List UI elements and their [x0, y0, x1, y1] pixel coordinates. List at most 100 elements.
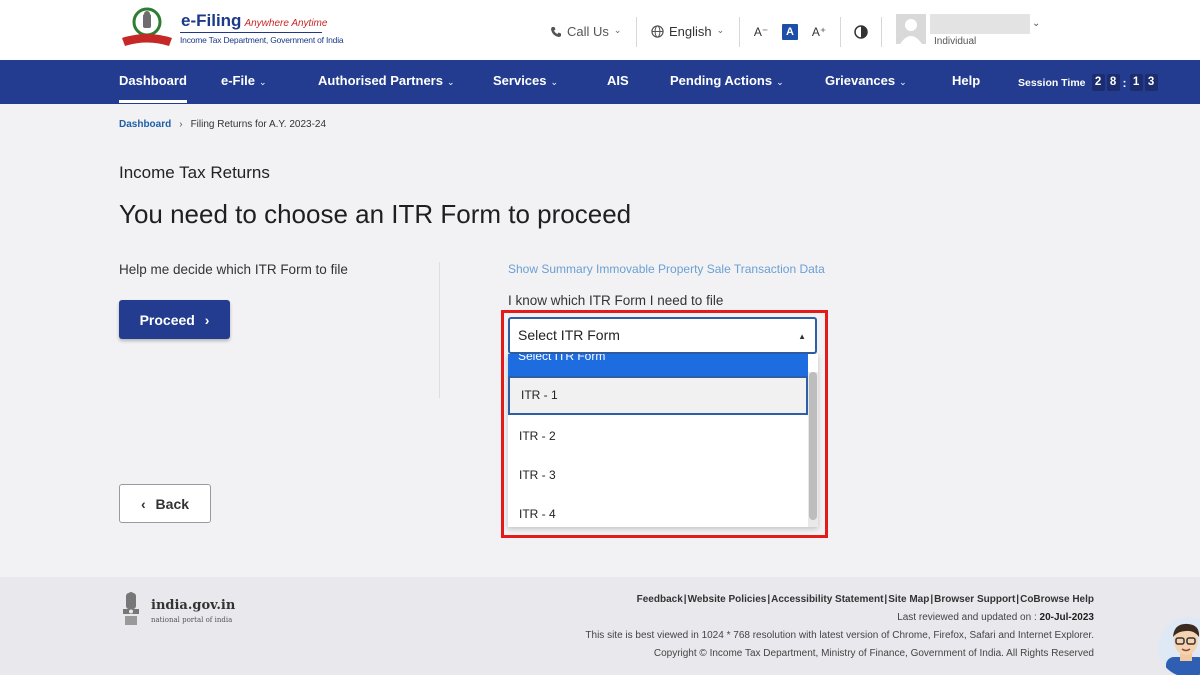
- nav-label: Services: [493, 73, 547, 88]
- dropdown-option-itr4[interactable]: ITR - 4: [508, 495, 808, 527]
- chevron-down-icon: ⌄: [613, 25, 622, 35]
- footer-link-site-map[interactable]: Site Map: [888, 594, 929, 605]
- chevron-down-icon: ⌄: [550, 77, 559, 87]
- footer-link-divider: |: [1016, 594, 1020, 605]
- breadcrumb-current: Filing Returns for A.Y. 2023-24: [190, 119, 327, 130]
- footer-link-accessibility[interactable]: Accessibility Statement: [771, 594, 883, 605]
- chevron-down-icon: ⌄: [716, 25, 725, 35]
- national-emblem-icon[interactable]: [119, 591, 143, 629]
- font-decrease-button[interactable]: A⁻: [753, 24, 769, 40]
- top-header: e-Filing Anywhere Anytime Income Tax Depa…: [0, 0, 1200, 60]
- footer: india.gov.in national portal of india Fe…: [0, 577, 1200, 675]
- footer-last-updated: Last reviewed and updated on : 20-Jul-20…: [897, 612, 1094, 623]
- session-label: Session Time: [1018, 76, 1086, 89]
- gov-portal-name[interactable]: india.gov.in: [151, 598, 235, 613]
- contrast-icon[interactable]: [854, 25, 868, 39]
- footer-copyright: Copyright © Income Tax Department, Minis…: [653, 648, 1094, 659]
- breadcrumb: Dashboard › Filing Returns for A.Y. 2023…: [119, 119, 326, 130]
- help-decide-text: Help me decide which ITR Form to file: [119, 262, 348, 277]
- session-timer: Session Time 2 8 : 1 3: [1018, 74, 1158, 91]
- know-itr-label: I know which ITR Form I need to file: [508, 293, 724, 308]
- session-digit: 3: [1144, 74, 1158, 91]
- chevron-down-icon: ⌄: [899, 77, 907, 87]
- globe-icon: [651, 25, 664, 38]
- language-selector[interactable]: English ⌄: [651, 24, 724, 39]
- font-normal-button[interactable]: A: [782, 24, 798, 40]
- logo-tagline: Anywhere Anytime: [244, 18, 328, 29]
- user-name-redacted: [930, 14, 1030, 34]
- header-divider: [739, 17, 740, 47]
- nav-label: Pending Actions: [670, 73, 773, 88]
- logo-title: e-Filing Anywhere Anytime: [181, 11, 328, 30]
- efiling-logo[interactable]: e-Filing Anywhere Anytime Income Tax Depa…: [119, 6, 344, 50]
- proceed-label: Proceed: [139, 311, 195, 328]
- nav-label: Authorised Partners: [318, 73, 443, 88]
- dropdown-option-itr1[interactable]: ITR - 1: [508, 376, 808, 415]
- header-divider: [881, 17, 882, 47]
- page-title: You need to choose an ITR Form to procee…: [119, 199, 632, 229]
- main-navigation: Dashboard e-File ⌄ Authorised Partners ⌄ S…: [0, 60, 1200, 104]
- efiling-emblem-icon: [122, 7, 172, 46]
- itr-form-select[interactable]: Select ITR Form ▲: [508, 317, 817, 354]
- back-button[interactable]: ‹ Back: [119, 484, 211, 523]
- chevron-right-icon: ›: [204, 311, 210, 328]
- user-avatar-icon[interactable]: [896, 14, 926, 44]
- section-label: Income Tax Returns: [119, 163, 270, 182]
- nav-label: AIS: [607, 73, 629, 88]
- caret-up-icon: ▲: [798, 332, 806, 341]
- column-divider: [439, 262, 440, 398]
- logo-subtitle: Income Tax Department, Government of Ind…: [180, 35, 344, 45]
- call-us-label: Call Us: [567, 24, 609, 39]
- updated-label: Last reviewed and updated on :: [897, 612, 1037, 623]
- dropdown-scrollbar-thumb[interactable]: [809, 372, 817, 520]
- footer-link-website-policies[interactable]: Website Policies: [688, 594, 767, 605]
- chevron-right-icon: ›: [179, 119, 183, 130]
- dropdown-option-itr3[interactable]: ITR - 3: [508, 456, 808, 495]
- chevron-down-icon: ⌄: [446, 77, 455, 87]
- nav-label: Help: [952, 73, 981, 88]
- breadcrumb-dashboard-link[interactable]: Dashboard: [119, 119, 171, 130]
- chevron-down-icon[interactable]: ⌄: [1032, 18, 1040, 29]
- summary-property-link[interactable]: Show Summary Immovable Property Sale Tra…: [508, 262, 825, 276]
- footer-link-divider: |: [884, 594, 888, 605]
- session-digit: 2: [1091, 74, 1105, 91]
- header-divider: [636, 17, 637, 47]
- dropdown-option-selected[interactable]: Select ITR Form: [508, 354, 808, 376]
- logo-divider: [180, 32, 322, 33]
- nav-authorised-partners[interactable]: Authorised Partners ⌄: [318, 60, 455, 104]
- nav-grievances[interactable]: Grievances ⌄: [825, 60, 907, 104]
- footer-link-divider: |: [930, 594, 934, 605]
- dropdown-option-itr2[interactable]: ITR - 2: [508, 417, 808, 456]
- nav-help[interactable]: Help: [952, 60, 980, 104]
- nav-pending-actions[interactable]: Pending Actions ⌄: [670, 60, 784, 104]
- select-value: Select ITR Form: [518, 327, 620, 343]
- nav-label: Dashboard: [119, 73, 187, 88]
- footer-link-feedback[interactable]: Feedback: [637, 594, 683, 605]
- footer-link-divider: |: [683, 594, 687, 605]
- proceed-button[interactable]: Proceed ›: [119, 300, 230, 339]
- nav-dashboard[interactable]: Dashboard: [119, 60, 187, 104]
- language-label: English: [669, 24, 712, 39]
- session-digit: 8: [1106, 74, 1120, 91]
- header-divider: [840, 17, 841, 47]
- nav-label: Grievances: [825, 73, 896, 88]
- dropdown-scrollbar[interactable]: [808, 372, 818, 527]
- phone-icon: [551, 26, 561, 37]
- footer-links: Feedback | Website Policies | Accessibilit…: [637, 594, 1094, 605]
- itr-form-dropdown: Select ITR Form ITR - 1 ITR - 2 ITR - 3 …: [508, 354, 818, 527]
- updated-date: 20-Jul-2023: [1039, 612, 1094, 623]
- nav-ais[interactable]: AIS: [607, 60, 629, 104]
- nav-services[interactable]: Services ⌄: [493, 60, 558, 104]
- user-role: Individual: [934, 36, 977, 47]
- chevron-down-icon: ⌄: [258, 77, 267, 87]
- footer-link-cobrowse-help[interactable]: CoBrowse Help: [1020, 594, 1094, 605]
- session-digit: 1: [1129, 74, 1143, 91]
- nav-efile[interactable]: e-File ⌄: [221, 60, 267, 104]
- footer-link-browser-support[interactable]: Browser Support: [934, 594, 1015, 605]
- chevron-left-icon: ‹: [140, 495, 146, 512]
- call-us-button[interactable]: Call Us ⌄: [550, 24, 621, 39]
- font-increase-button[interactable]: A⁺: [811, 24, 827, 40]
- back-label: Back: [155, 495, 190, 512]
- nav-label: e-File: [221, 73, 255, 88]
- footer-resolution-note: This site is best viewed in 1024 * 768 r…: [585, 630, 1094, 641]
